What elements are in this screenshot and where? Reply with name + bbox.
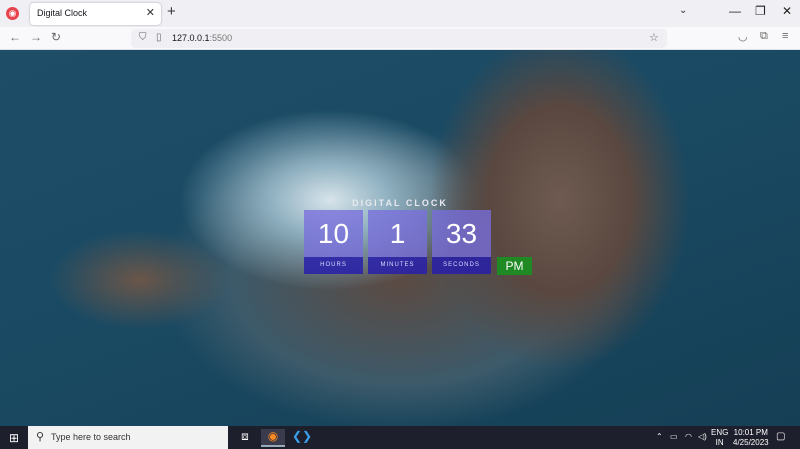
tab-digital-clock[interactable]: Digital Clock ✕ xyxy=(30,3,161,25)
minimize-button[interactable]: — xyxy=(729,4,741,18)
bookmark-star-icon[interactable]: ☆ xyxy=(649,31,659,44)
clock-tray[interactable]: 10:01 PM 4/25/2023 xyxy=(733,428,769,448)
list-tabs-icon[interactable]: ⌄ xyxy=(679,5,687,16)
search-icon: ⚲ xyxy=(36,431,45,443)
forward-icon[interactable]: → xyxy=(30,30,42,44)
wifi-icon[interactable]: ◠ xyxy=(685,432,692,441)
url-text: 127.0.0.1:5500 xyxy=(172,33,233,43)
tray-time: 10:01 PM xyxy=(733,428,768,437)
hours-value: 10 xyxy=(304,210,363,257)
background-image: DIGITAL CLOCK 10 HOURS 1 MINUTES 33 SECO… xyxy=(0,50,800,426)
am-pm-badge: PM xyxy=(497,257,532,275)
restore-button[interactable]: ❐ xyxy=(755,4,766,18)
minutes-label: MINUTES xyxy=(368,257,427,274)
seconds-label: SECONDS xyxy=(432,257,491,274)
firefox-taskbar-icon[interactable]: ◉ xyxy=(261,429,285,447)
battery-icon[interactable]: ▭ xyxy=(670,432,678,441)
tray-date: 4/25/2023 xyxy=(733,438,769,447)
menu-icon[interactable]: ≡ xyxy=(782,30,788,42)
volume-icon[interactable]: ◁) xyxy=(698,432,707,441)
minutes-value: 1 xyxy=(368,210,427,257)
browser-tab-bar: ◉ Digital Clock ✕ + ⌄ — ❐ ✕ xyxy=(0,0,800,27)
seconds-value: 33 xyxy=(432,210,491,257)
tab-close-icon[interactable]: ✕ xyxy=(146,6,155,19)
chevron-up-icon[interactable]: ⌃ xyxy=(656,432,663,441)
pocket-icon[interactable]: ◡ xyxy=(738,30,748,43)
new-tab-button[interactable]: + xyxy=(167,3,176,20)
vscode-taskbar-icon[interactable]: ❮❯ xyxy=(290,429,314,447)
tab-title: Digital Clock xyxy=(37,8,88,18)
notifications-icon[interactable]: ▢ xyxy=(776,431,785,442)
extensions-icon[interactable]: ⧉ xyxy=(760,30,768,43)
clock-title: DIGITAL CLOCK xyxy=(352,198,448,208)
task-view-icon[interactable]: ⧈ xyxy=(233,429,257,447)
shield-icon[interactable]: ⛉ xyxy=(139,32,147,43)
minutes-unit: 1 MINUTES xyxy=(368,210,427,274)
seconds-unit: 33 SECONDS xyxy=(432,210,491,274)
hours-unit: 10 HOURS xyxy=(304,210,363,274)
hours-label: HOURS xyxy=(304,257,363,274)
back-icon[interactable]: ← xyxy=(9,30,21,44)
navigation-bar: ← → ↻ ⛉ ▯ 127.0.0.1:5500 ☆ ◡ ⧉ ≡ xyxy=(0,27,800,50)
windows-start-icon[interactable]: ⊞ xyxy=(9,431,19,445)
search-placeholder: Type here to search xyxy=(51,432,131,442)
taskbar: ⊞ ⚲ Type here to search ⧈ ◉ ❮❯ ⌃ ▭ ◠ ◁) … xyxy=(0,426,800,449)
url-bar[interactable]: ⛉ ▯ 127.0.0.1:5500 ☆ xyxy=(131,29,667,48)
language-code: ENG xyxy=(711,428,729,437)
taskbar-search-box[interactable]: ⚲ Type here to search xyxy=(28,426,228,449)
reload-icon[interactable]: ↻ xyxy=(51,30,61,44)
firefox-view-icon[interactable]: ◉ xyxy=(6,7,19,20)
page-icon: ▯ xyxy=(156,32,162,43)
region-code: IN xyxy=(715,438,724,447)
language-indicator[interactable]: ENG IN xyxy=(711,428,728,448)
close-window-button[interactable]: ✕ xyxy=(782,4,792,18)
